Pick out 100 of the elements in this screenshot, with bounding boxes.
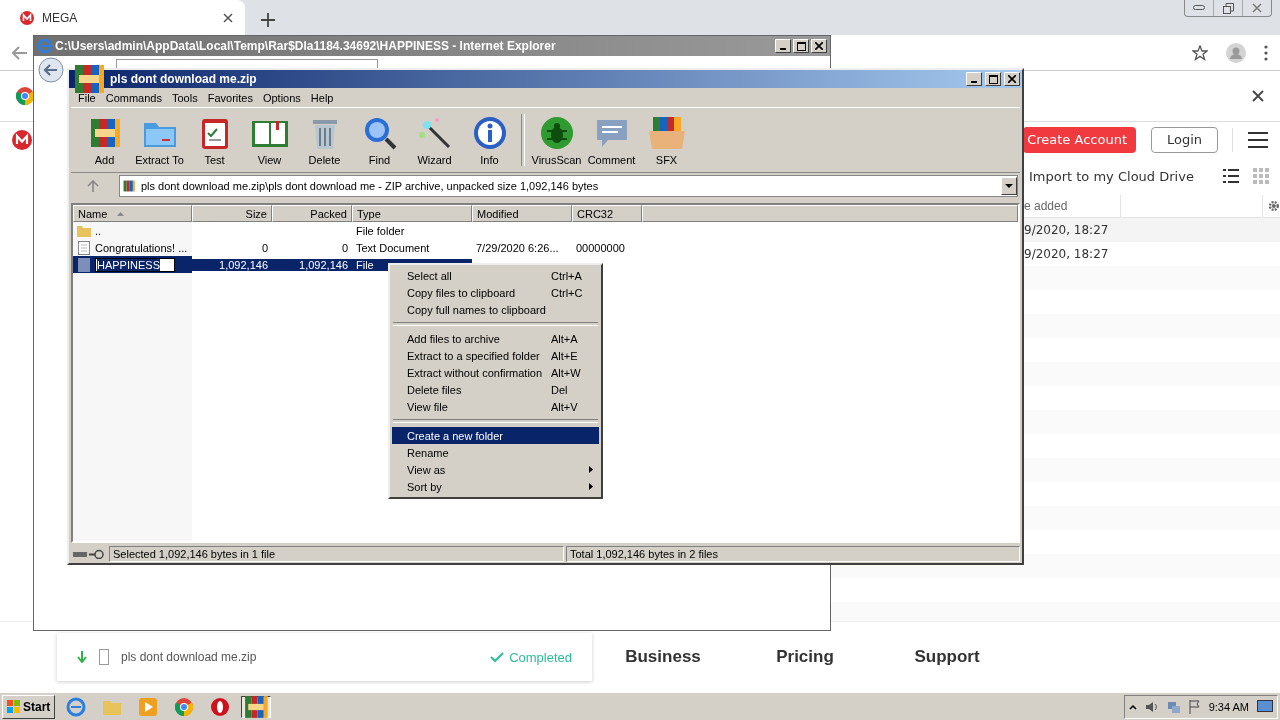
close-icon	[1252, 3, 1262, 13]
toolbar-button[interactable]: Delete	[297, 110, 352, 170]
column-header[interactable]: Modified	[472, 205, 572, 222]
import-label[interactable]: Import to my Cloud Drive	[1029, 168, 1209, 184]
window-title: pls dont download me.zip	[110, 72, 258, 86]
restore-icon	[1222, 2, 1234, 14]
box-icon	[646, 114, 687, 151]
column-header[interactable]: CRC32	[572, 205, 642, 222]
menu-item[interactable]: Sort by	[392, 478, 599, 495]
modified-cell: 7/29/2020 6:26...	[476, 241, 559, 254]
bug-icon	[538, 114, 575, 151]
start-button[interactable]: Start	[2, 694, 56, 719]
login-button[interactable]: Login	[1151, 126, 1218, 153]
menu-item[interactable]: Help	[305, 91, 339, 104]
menu-item[interactable]: Extract to a specified folder Alt+E	[392, 347, 599, 364]
path-field[interactable]: pls dont download me.zip\pls dont download me - ZIP archive, unpacked size 1,092,146 bytes	[119, 175, 1018, 197]
menu-item[interactable]: Extract without confirmation Alt+W	[392, 364, 599, 381]
windows-flag-icon	[7, 699, 21, 714]
create-account-button[interactable]: Create Account	[1023, 126, 1136, 153]
rename-field[interactable]: HAPPINESS	[95, 257, 175, 272]
date-cell: 9/2020, 18:27	[1024, 247, 1109, 261]
menu-item[interactable]: Commands	[100, 91, 167, 104]
settings-icon[interactable]	[1268, 200, 1280, 212]
menu-item[interactable]: Select all Ctrl+A	[392, 267, 599, 284]
ring-icon	[211, 697, 230, 716]
toolbar-button[interactable]: Comment	[584, 110, 639, 170]
download-item[interactable]: pls dont download me.zip Completed	[57, 633, 592, 681]
play-icon	[139, 697, 158, 716]
menu-item[interactable]: Copy files to clipboard Ctrl+C	[392, 284, 599, 301]
toolbar-button[interactable]: Find	[352, 110, 407, 170]
type-cell: File folder	[356, 224, 405, 237]
speaker-icon[interactable]	[1144, 700, 1159, 713]
menu-item[interactable]: View file Alt+V	[392, 398, 599, 415]
books-icon	[122, 179, 136, 193]
minimize-button[interactable]	[966, 72, 982, 86]
menu-item[interactable]: Copy full names to clipboard	[392, 301, 599, 318]
nav-link[interactable]: Pricing	[734, 647, 876, 667]
toolbar-button[interactable]: View	[242, 110, 297, 170]
window-title: C:\Users\admin\AppData\Local\Temp\Rar$DIa1184.34692\HAPPINESS - Internet Explorer	[55, 39, 557, 53]
maximize-button[interactable]	[793, 39, 809, 53]
toolbar-button[interactable]: Wizard	[407, 110, 462, 170]
column-header[interactable]: e added	[1024, 199, 1068, 213]
list-view-icon[interactable]	[1223, 169, 1239, 183]
maximize-icon	[988, 74, 998, 84]
menu-item[interactable]: Delete files Del	[392, 381, 599, 398]
menu-item[interactable]: Favorites	[202, 91, 258, 104]
clock[interactable]: 9:34 AM	[1208, 700, 1249, 713]
star-icon[interactable]	[1192, 44, 1208, 61]
menu-item[interactable]: View as	[392, 461, 599, 478]
toolbar-button[interactable]: Extract To	[132, 110, 187, 170]
new-tab-icon[interactable]	[261, 13, 275, 27]
flag-icon[interactable]	[1188, 699, 1201, 714]
taskbar-app[interactable]	[241, 695, 272, 718]
column-header[interactable]: Size	[192, 205, 272, 222]
column-header[interactable]: Name	[73, 205, 192, 222]
caret-icon	[1005, 184, 1013, 188]
maximize-button[interactable]	[985, 72, 1001, 86]
toolbar-button[interactable]: VirusScan	[529, 110, 584, 170]
browser-e-icon	[37, 38, 53, 54]
menu-icon[interactable]	[1248, 131, 1268, 148]
menu-item[interactable]: Options	[257, 91, 306, 104]
menu-item[interactable]: File	[73, 91, 101, 104]
crc-cell: 00000000	[576, 241, 625, 254]
packed-cell: 0	[341, 241, 348, 254]
file-name[interactable]: ..	[95, 224, 102, 237]
toolbar-button[interactable]: Test	[187, 110, 242, 170]
menu-item[interactable]: Add files to archive Alt+A	[392, 330, 599, 347]
packed-cell: 1,092,146	[299, 258, 348, 271]
m-logo-icon	[20, 10, 34, 25]
menu-item[interactable]: Tools	[167, 91, 203, 104]
browser-e-icon	[66, 696, 87, 717]
browser-tab[interactable]: MEGA	[0, 0, 245, 35]
dropdown-button[interactable]	[1001, 177, 1017, 195]
folder-icon	[77, 224, 91, 237]
document-icon	[77, 240, 91, 255]
download-arrow-icon	[77, 651, 87, 663]
close-icon[interactable]	[223, 12, 233, 23]
menu-item[interactable]: Rename	[392, 444, 599, 461]
chevron-up-icon[interactable]	[1128, 703, 1137, 710]
avatar-icon[interactable]	[1226, 42, 1246, 63]
more-icon[interactable]	[1264, 44, 1268, 61]
date-cell: 9/2020, 18:27	[1024, 223, 1109, 237]
menu-item[interactable]: Create a new folder	[392, 427, 599, 444]
m-logo-icon[interactable]	[12, 129, 32, 150]
minimize-button[interactable]	[775, 39, 791, 53]
back-arrow-icon[interactable]	[12, 45, 28, 60]
info-icon	[471, 114, 508, 151]
toolbar-button[interactable]: SFX	[639, 110, 694, 170]
maximize-icon	[796, 41, 806, 51]
status-text: Selected 1,092,146 bytes in 1 file	[109, 546, 564, 562]
column-header[interactable]: Packed	[272, 205, 352, 222]
column-header[interactable]: Type	[352, 205, 472, 222]
nav-link[interactable]: Business	[592, 647, 734, 667]
show-desktop-icon[interactable]	[1257, 699, 1273, 714]
nav-link[interactable]: Support	[876, 647, 1018, 667]
toolbar-button[interactable]: Add	[77, 110, 132, 170]
file-name[interactable]: Congratulations! ...	[95, 241, 188, 254]
close-icon[interactable]	[1252, 90, 1264, 102]
toolbar-button[interactable]: Info	[462, 110, 517, 170]
chrome-icon	[175, 697, 194, 716]
